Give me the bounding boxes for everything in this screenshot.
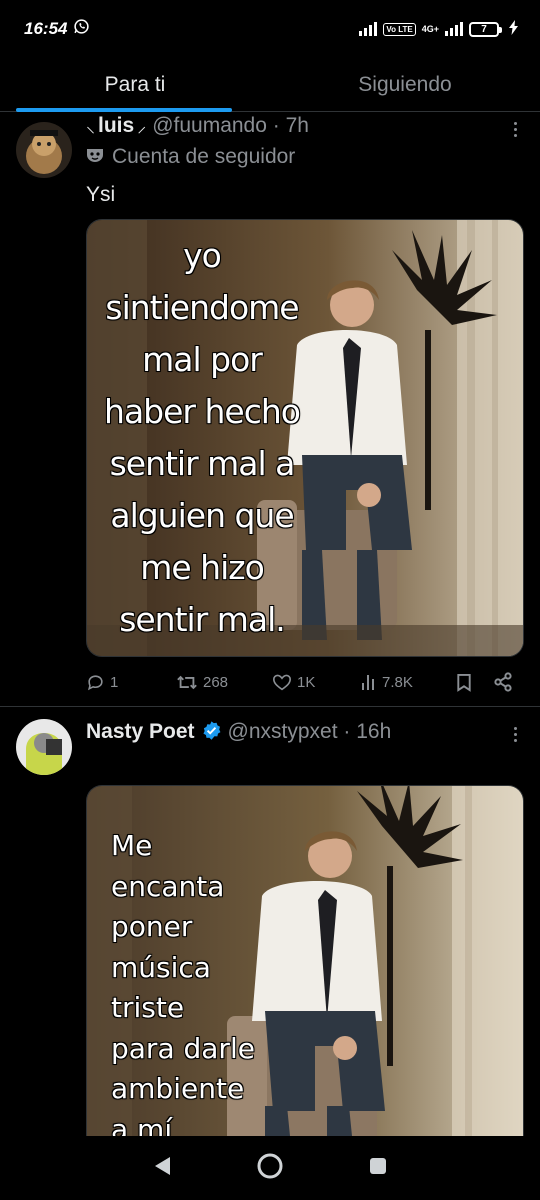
status-right: Vo LTE 4G+ 7 — [359, 20, 518, 38]
like-icon — [272, 674, 292, 691]
author-handle[interactable]: @nxstypxet · 16h — [228, 720, 392, 744]
tweet[interactable]: Nasty Poet @nxstypxet · 16h Me encanta p… — [0, 707, 540, 1165]
tab-label: Para ti — [104, 72, 166, 96]
meme-line: sintiendome — [105, 288, 299, 327]
charging-icon — [509, 20, 518, 38]
meme-line: encanta — [111, 869, 225, 903]
meme-line: Me — [111, 829, 153, 862]
author-handle[interactable]: @fuumando · 7h — [152, 114, 309, 138]
more-icon[interactable] — [512, 727, 518, 742]
follow-context: Cuenta de seguidor — [86, 145, 295, 169]
system-nav-bar — [0, 1136, 540, 1200]
meme-line: triste — [111, 991, 185, 1024]
retweet-count: 268 — [203, 673, 229, 691]
follow-context-label: Cuenta de seguidor — [112, 145, 296, 168]
home-icon[interactable] — [256, 1152, 284, 1185]
meme-line: ambiente — [111, 1072, 245, 1105]
reply-button[interactable]: 1 — [86, 673, 118, 692]
meme-line: poner — [111, 910, 193, 943]
battery-icon: 7 — [469, 21, 502, 37]
avatar[interactable] — [16, 719, 72, 775]
status-time: 16:54 — [24, 19, 68, 38]
verified-icon — [201, 720, 222, 747]
tweet-text: Ysi — [86, 183, 116, 206]
reply-icon — [87, 674, 103, 690]
meme-line: alguien que — [110, 496, 294, 535]
battery-level: 7 — [481, 23, 487, 35]
bookmark-icon — [457, 673, 471, 692]
meme-line: mal por — [142, 340, 263, 379]
share-button[interactable] — [493, 672, 513, 692]
recents-icon[interactable] — [368, 1156, 388, 1181]
back-icon[interactable] — [152, 1155, 172, 1182]
retweet-button[interactable]: 268 — [176, 673, 228, 692]
tweet-header: ⸜ luis ⸝ @fuumando · 7h — [86, 114, 309, 138]
retweet-icon — [177, 675, 197, 689]
mask-icon — [86, 145, 104, 169]
status-left: 16:54 — [24, 18, 90, 40]
meme-line: sentir mal a — [109, 444, 296, 483]
meme-line: sentir mal. — [119, 600, 286, 639]
signal-icon — [359, 22, 378, 36]
tab-siguiendo[interactable]: Siguiendo — [270, 58, 540, 111]
meme-caption: yo sintiendome mal por haber hecho senti… — [87, 230, 317, 646]
deco-icon: ⸝ — [137, 116, 147, 136]
tweet-image[interactable]: yo sintiendome mal por haber hecho senti… — [86, 219, 524, 657]
views-count: 7.8K — [382, 673, 413, 691]
whatsapp-icon — [73, 18, 90, 40]
share-icon — [494, 672, 512, 692]
network-type: 4G+ — [421, 24, 439, 34]
bookmark-button[interactable] — [456, 673, 472, 692]
tweet-actions: 1 268 1K 7.8K — [86, 670, 524, 694]
tweet-image[interactable]: Me encanta poner música triste para darl… — [86, 785, 524, 1165]
meme-line: haber hecho — [104, 392, 301, 431]
author-name[interactable]: luis — [98, 114, 134, 138]
avatar[interactable] — [16, 122, 72, 178]
status-bar: 16:54 Vo LTE 4G+ 7 — [0, 0, 540, 58]
views-button[interactable]: 7.8K — [361, 674, 413, 691]
like-count: 1K — [297, 673, 316, 691]
meme-line: para darle — [111, 1031, 255, 1065]
tweet-header: Nasty Poet @nxstypxet · 16h — [86, 717, 391, 744]
tab-para-ti[interactable]: Para ti — [0, 58, 270, 112]
signal-icon — [445, 22, 463, 36]
tab-label: Siguiendo — [358, 72, 452, 96]
views-icon — [362, 675, 374, 690]
meme-caption: Me encanta poner música triste para darl… — [111, 826, 255, 1150]
more-icon[interactable] — [512, 122, 518, 137]
meme-line: música — [111, 950, 211, 984]
deco-icon: ⸜ — [86, 116, 95, 136]
tweet[interactable]: ⸜ luis ⸝ @fuumando · 7h Cuenta de seguid… — [0, 112, 540, 707]
reply-count: 1 — [110, 673, 119, 691]
author-name[interactable]: Nasty Poet — [86, 720, 195, 744]
timeline-tabs: Para ti Siguiendo — [0, 58, 540, 112]
volte-badge: Vo LTE — [383, 22, 416, 36]
like-button[interactable]: 1K — [272, 673, 315, 691]
meme-line: me hizo — [140, 548, 265, 587]
meme-line: yo — [183, 236, 222, 275]
